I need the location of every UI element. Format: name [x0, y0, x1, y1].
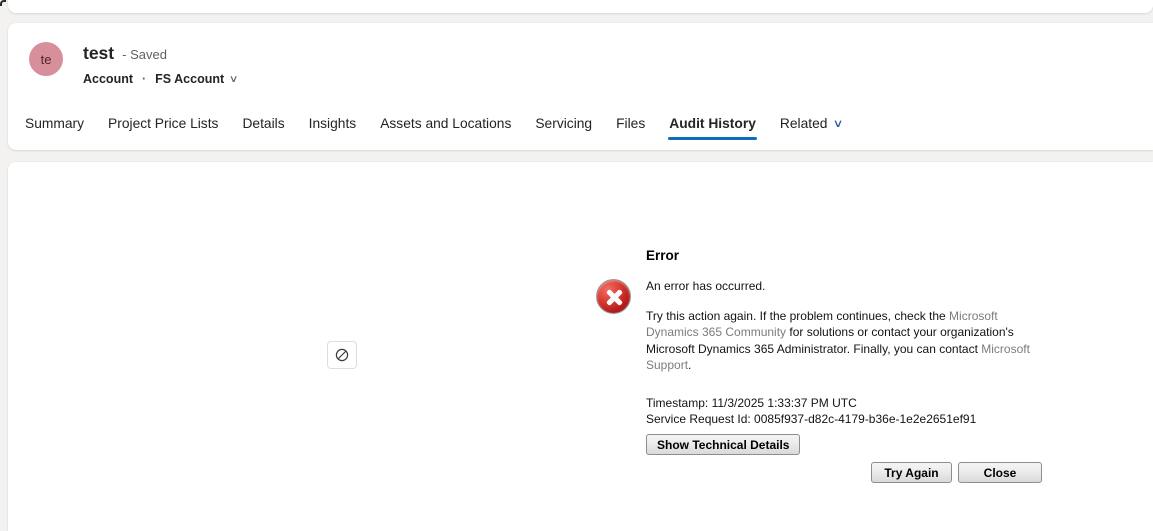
tab-files[interactable]: Files — [615, 106, 646, 140]
error-summary-text: An error has occurred. — [646, 279, 766, 293]
chevron-down-icon[interactable]: ∨ — [229, 74, 239, 85]
error-meta: Timestamp: 11/3/2025 1:33:37 PM UTC Serv… — [646, 395, 976, 427]
tab-details[interactable]: Details — [241, 106, 285, 140]
window-corner-artifact — [0, 0, 6, 6]
record-title-row: test - Saved — [83, 43, 167, 64]
tab-servicing[interactable]: Servicing — [534, 106, 593, 140]
tab-insights[interactable]: Insights — [308, 106, 358, 140]
audit-history-panel: Error An error has occurred. Try this ac… — [8, 162, 1153, 531]
command-bar-strip — [8, 0, 1153, 13]
tab-project-price-lists[interactable]: Project Price Lists — [107, 106, 219, 140]
try-again-button[interactable]: Try Again — [871, 462, 952, 483]
save-status: - Saved — [122, 47, 167, 62]
prohibited-action-button[interactable] — [327, 341, 357, 369]
tab-audit-history[interactable]: Audit History — [668, 106, 757, 140]
tab-summary[interactable]: Summary — [24, 106, 85, 140]
error-timestamp: Timestamp: 11/3/2025 1:33:37 PM UTC — [646, 396, 857, 410]
tab-related-label: Related — [779, 115, 828, 131]
subtitle-separator: · — [142, 72, 147, 86]
error-body-part1: Try this action again. If the problem co… — [646, 309, 950, 323]
error-body-part3: . — [688, 357, 692, 372]
page-title: test — [83, 43, 115, 63]
error-dialog-title: Error — [646, 248, 680, 263]
record-subtitle-row: Account · FS Account ∨ — [83, 72, 239, 86]
error-body-text: Try this action again. If the problem co… — [646, 308, 1032, 373]
form-selector[interactable]: FS Account — [155, 72, 224, 86]
app-frame: te test - Saved Account · FS Account ∨ S… — [0, 0, 1153, 531]
error-service-request-id: Service Request Id: 0085f937-d82c-4179-b… — [646, 412, 977, 426]
close-button[interactable]: Close — [958, 462, 1042, 483]
tab-assets-and-locations[interactable]: Assets and Locations — [379, 106, 512, 140]
tab-related[interactable]: Related ∨ — [779, 106, 844, 140]
error-icon — [596, 279, 631, 314]
entity-type-label: Account — [83, 72, 133, 86]
chevron-down-icon: ∨ — [833, 117, 844, 130]
avatar: te — [29, 42, 63, 76]
form-tab-bar: Summary Project Price Lists Details Insi… — [24, 106, 844, 140]
show-technical-details-button[interactable]: Show Technical Details — [646, 434, 801, 455]
record-header-card: te test - Saved Account · FS Account ∨ S… — [8, 23, 1153, 150]
prohibition-icon — [335, 348, 349, 362]
